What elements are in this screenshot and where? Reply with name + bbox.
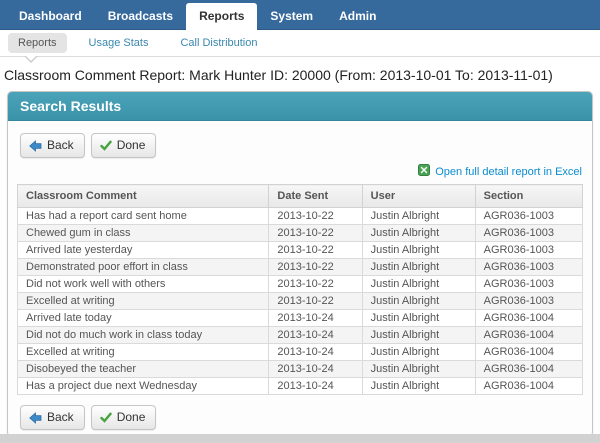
cell-date-sent: 2013-10-22 [268, 241, 363, 259]
nav-tab-reports[interactable]: Reports [186, 3, 258, 36]
table-row[interactable]: Excelled at writing 2013-10-24 Justin Al… [16, 343, 584, 361]
back-button-bottom[interactable]: Back [20, 405, 85, 430]
cell-classroom-comment: Disobeyed the teacher [16, 360, 270, 378]
table-row[interactable]: Did not do much work in class today 2013… [16, 326, 584, 344]
done-button-label: Done [116, 138, 146, 152]
cell-classroom-comment: Arrived late today [16, 309, 270, 327]
cell-user: Justin Albright [361, 360, 476, 378]
panel-header: Search Results [8, 92, 592, 121]
cell-date-sent: 2013-10-22 [268, 258, 363, 276]
back-button[interactable]: Back [20, 133, 85, 158]
cell-date-sent: 2013-10-24 [268, 377, 363, 395]
open-excel-link[interactable]: Open full detail report in Excel [418, 164, 582, 180]
cell-section: AGR036-1003 [474, 258, 584, 276]
check-icon [99, 140, 112, 151]
done-button[interactable]: Done [90, 133, 157, 158]
sub-nav: Reports Usage Stats Call Distribution [0, 30, 600, 63]
table-row[interactable]: Demonstrated poor effort in class 2013-1… [16, 258, 584, 276]
subnav-item-usage-stats[interactable]: Usage Stats [79, 33, 159, 53]
nav-tab-admin[interactable]: Admin [326, 3, 389, 30]
done-button-bottom[interactable]: Done [90, 405, 157, 430]
back-button-label: Back [47, 410, 74, 424]
cell-classroom-comment: Arrived late yesterday [16, 241, 270, 259]
top-nav: Dashboard Broadcasts Reports System Admi… [0, 0, 600, 36]
cell-section: AGR036-1003 [474, 292, 584, 310]
nav-tab-system[interactable]: System [257, 3, 326, 30]
results-table: Classroom Comment Date Sent User Section… [16, 184, 584, 395]
cell-user: Justin Albright [361, 241, 476, 259]
cell-date-sent: 2013-10-24 [268, 326, 363, 344]
cell-section: AGR036-1003 [474, 241, 584, 259]
cell-section: AGR036-1004 [474, 309, 584, 327]
table-row[interactable]: Disobeyed the teacher 2013-10-24 Justin … [16, 360, 584, 378]
check-icon [99, 412, 112, 423]
subnav-item-reports[interactable]: Reports [8, 33, 67, 53]
caret-down-pointer-icon [24, 55, 38, 63]
cell-user: Justin Albright [361, 309, 476, 327]
header-row: Classroom Comment Date Sent User Section [16, 184, 584, 208]
cell-user: Justin Albright [361, 207, 476, 225]
toolbar-bottom: Back Done [20, 405, 583, 430]
table-row[interactable]: Arrived late today 2013-10-24 Justin Alb… [16, 309, 584, 327]
window-bottom-edge [0, 434, 600, 443]
cell-section: AGR036-1004 [474, 377, 584, 395]
table-row[interactable]: Has had a report card sent home 2013-10-… [16, 207, 584, 225]
table-row[interactable]: Has a project due next Wednesday 2013-10… [16, 377, 584, 395]
arrow-left-icon [29, 411, 42, 424]
cell-user: Justin Albright [361, 258, 476, 276]
cell-date-sent: 2013-10-24 [268, 360, 363, 378]
page-title: Classroom Comment Report: Mark Hunter ID… [4, 67, 553, 83]
cell-section: AGR036-1003 [474, 224, 584, 242]
cell-classroom-comment: Has a project due next Wednesday [16, 377, 270, 395]
cell-date-sent: 2013-10-24 [268, 309, 363, 327]
cell-classroom-comment: Excelled at writing [16, 292, 270, 310]
results-table-head: Classroom Comment Date Sent User Section [16, 184, 584, 208]
nav-tab-broadcasts[interactable]: Broadcasts [95, 3, 186, 30]
nav-tab-dashboard[interactable]: Dashboard [6, 3, 95, 30]
cell-user: Justin Albright [361, 292, 476, 310]
cell-date-sent: 2013-10-22 [268, 224, 363, 242]
cell-date-sent: 2013-10-22 [268, 275, 363, 293]
done-button-label: Done [116, 410, 146, 424]
cell-classroom-comment: Did not do much work in class today [16, 326, 270, 344]
cell-user: Justin Albright [361, 326, 476, 344]
cell-classroom-comment: Excelled at writing [16, 343, 270, 361]
cell-classroom-comment: Did not work well with others [16, 275, 270, 293]
col-header-user: User [361, 184, 476, 208]
excel-link-row: Open full detail report in Excel [17, 164, 582, 180]
table-row[interactable]: Did not work well with others 2013-10-22… [16, 275, 584, 293]
panel-body: Back Done Open full detail report in Exc… [8, 121, 592, 436]
results-table-body: Has had a report card sent home 2013-10-… [16, 207, 584, 395]
toolbar-top: Back Done [20, 133, 583, 158]
open-excel-link-label: Open full detail report in Excel [435, 165, 582, 178]
search-results-panel: Search Results Back Done Open full detai… [7, 91, 593, 437]
cell-user: Justin Albright [361, 275, 476, 293]
cell-section: AGR036-1004 [474, 343, 584, 361]
cell-section: AGR036-1003 [474, 207, 584, 225]
cell-classroom-comment: Chewed gum in class [16, 224, 270, 242]
cell-section: AGR036-1003 [474, 275, 584, 293]
cell-classroom-comment: Demonstrated poor effort in class [16, 258, 270, 276]
cell-user: Justin Albright [361, 377, 476, 395]
cell-date-sent: 2013-10-22 [268, 207, 363, 225]
subnav-item-call-distribution[interactable]: Call Distribution [170, 33, 267, 53]
col-header-date-sent: Date Sent [268, 184, 363, 208]
table-row[interactable]: Excelled at writing 2013-10-22 Justin Al… [16, 292, 584, 310]
cell-section: AGR036-1004 [474, 360, 584, 378]
arrow-left-icon [29, 139, 42, 152]
excel-icon [418, 164, 431, 180]
col-header-classroom-comment: Classroom Comment [16, 184, 270, 208]
cell-user: Justin Albright [361, 224, 476, 242]
cell-date-sent: 2013-10-22 [268, 292, 363, 310]
col-header-section: Section [474, 184, 584, 208]
table-row[interactable]: Arrived late yesterday 2013-10-22 Justin… [16, 241, 584, 259]
cell-section: AGR036-1004 [474, 326, 584, 344]
table-row[interactable]: Chewed gum in class 2013-10-22 Justin Al… [16, 224, 584, 242]
cell-date-sent: 2013-10-24 [268, 343, 363, 361]
cell-classroom-comment: Has had a report card sent home [16, 207, 270, 225]
back-button-label: Back [47, 138, 74, 152]
cell-user: Justin Albright [361, 343, 476, 361]
